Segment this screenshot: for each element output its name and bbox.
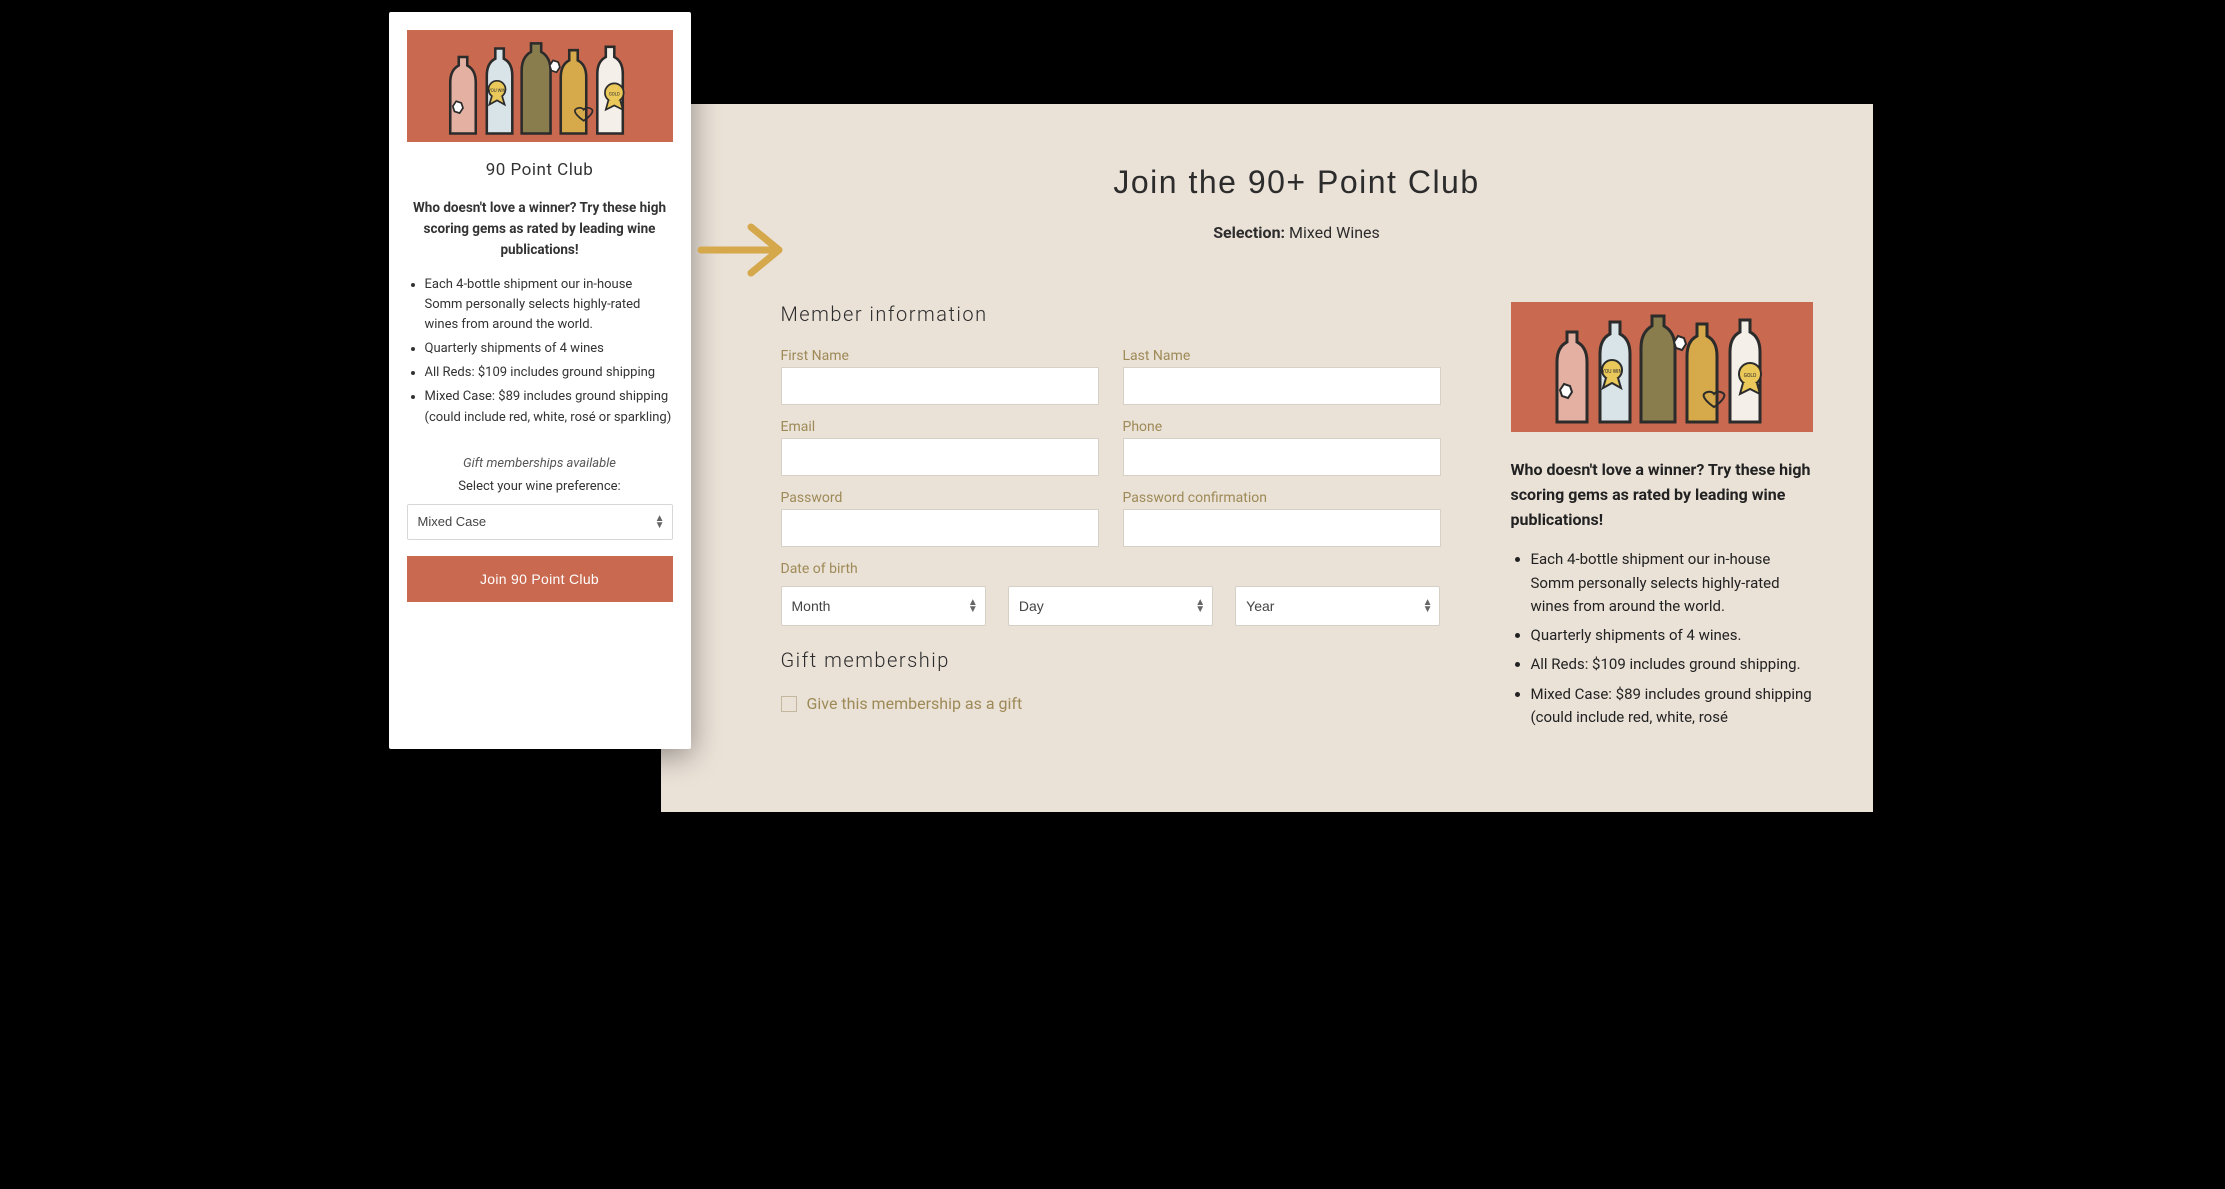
sidebar-lead: Who doesn't love a winner? Try these hig… — [1511, 458, 1813, 532]
wine-bottles-illustration: YOU WIN GOLD — [407, 30, 673, 142]
dob-year-select[interactable]: Year — [1235, 586, 1440, 626]
page-title: Join the 90+ Point Club — [781, 164, 1813, 201]
card-title: 90 Point Club — [407, 160, 673, 180]
svg-text:GOLD: GOLD — [1743, 373, 1756, 379]
sidebar-bullets: Each 4-bottle shipment our in-house Somm… — [1511, 548, 1813, 729]
dob-label: Date of birth — [781, 561, 1441, 577]
list-item: Quarterly shipments of 4 wines. — [1531, 624, 1813, 647]
dob-month-select[interactable]: Month — [781, 586, 986, 626]
list-item: Mixed Case: $89 includes ground shipping… — [425, 387, 673, 427]
list-item: Quarterly shipments of 4 wines — [425, 339, 673, 359]
gift-checkbox-label: Give this membership as a gift — [807, 694, 1023, 713]
email-label: Email — [781, 419, 1099, 435]
card-bullets: Each 4-bottle shipment our in-house Somm… — [407, 275, 673, 428]
svg-text:GOLD: GOLD — [609, 92, 620, 97]
club-summary-sidebar: YOU WIN GOLD Who doesn't love a winner? … — [1511, 302, 1813, 735]
first-name-label: First Name — [781, 348, 1099, 364]
preference-label: Select your wine preference: — [407, 479, 673, 494]
club-card: YOU WIN GOLD 90 Point Club Who doesn't l… — [389, 12, 691, 749]
wine-preference-select[interactable]: Mixed Case — [407, 504, 673, 540]
last-name-input[interactable] — [1123, 367, 1441, 405]
list-item: Mixed Case: $89 includes ground shipping… — [1531, 683, 1813, 730]
selection-label: Selection: — [1213, 223, 1285, 242]
selection-line: Selection: Mixed Wines — [781, 223, 1813, 242]
dob-day-select[interactable]: Day — [1008, 586, 1213, 626]
member-info-heading: Member information — [781, 302, 1441, 326]
email-input[interactable] — [781, 438, 1099, 476]
svg-text:YOU WIN: YOU WIN — [1601, 369, 1622, 375]
list-item: Each 4-bottle shipment our in-house Somm… — [1531, 548, 1813, 618]
arrow-icon — [693, 215, 793, 285]
gift-note: Gift memberships available — [407, 456, 673, 471]
selection-value: Mixed Wines — [1289, 223, 1380, 242]
first-name-input[interactable] — [781, 367, 1099, 405]
join-club-button[interactable]: Join 90 Point Club — [407, 556, 673, 602]
list-item: All Reds: $109 includes ground shipping. — [1531, 653, 1813, 676]
member-form: Member information First Name Last Name — [781, 302, 1441, 735]
wine-bottles-illustration: YOU WIN GOLD — [1511, 302, 1813, 432]
last-name-label: Last Name — [1123, 348, 1441, 364]
phone-input[interactable] — [1123, 438, 1441, 476]
card-lead: Who doesn't love a winner? Try these hig… — [407, 198, 673, 261]
password-label: Password — [781, 490, 1099, 506]
phone-label: Phone — [1123, 419, 1441, 435]
svg-text:YOU WIN: YOU WIN — [488, 89, 505, 94]
gift-heading: Gift membership — [781, 648, 1441, 672]
signup-page: Join the 90+ Point Club Selection: Mixed… — [661, 104, 1873, 812]
list-item: All Reds: $109 includes ground shipping — [425, 363, 673, 383]
password-input[interactable] — [781, 509, 1099, 547]
list-item: Each 4-bottle shipment our in-house Somm… — [425, 275, 673, 335]
password-confirm-input[interactable] — [1123, 509, 1441, 547]
gift-checkbox[interactable] — [781, 696, 797, 712]
password-confirm-label: Password confirmation — [1123, 490, 1441, 506]
